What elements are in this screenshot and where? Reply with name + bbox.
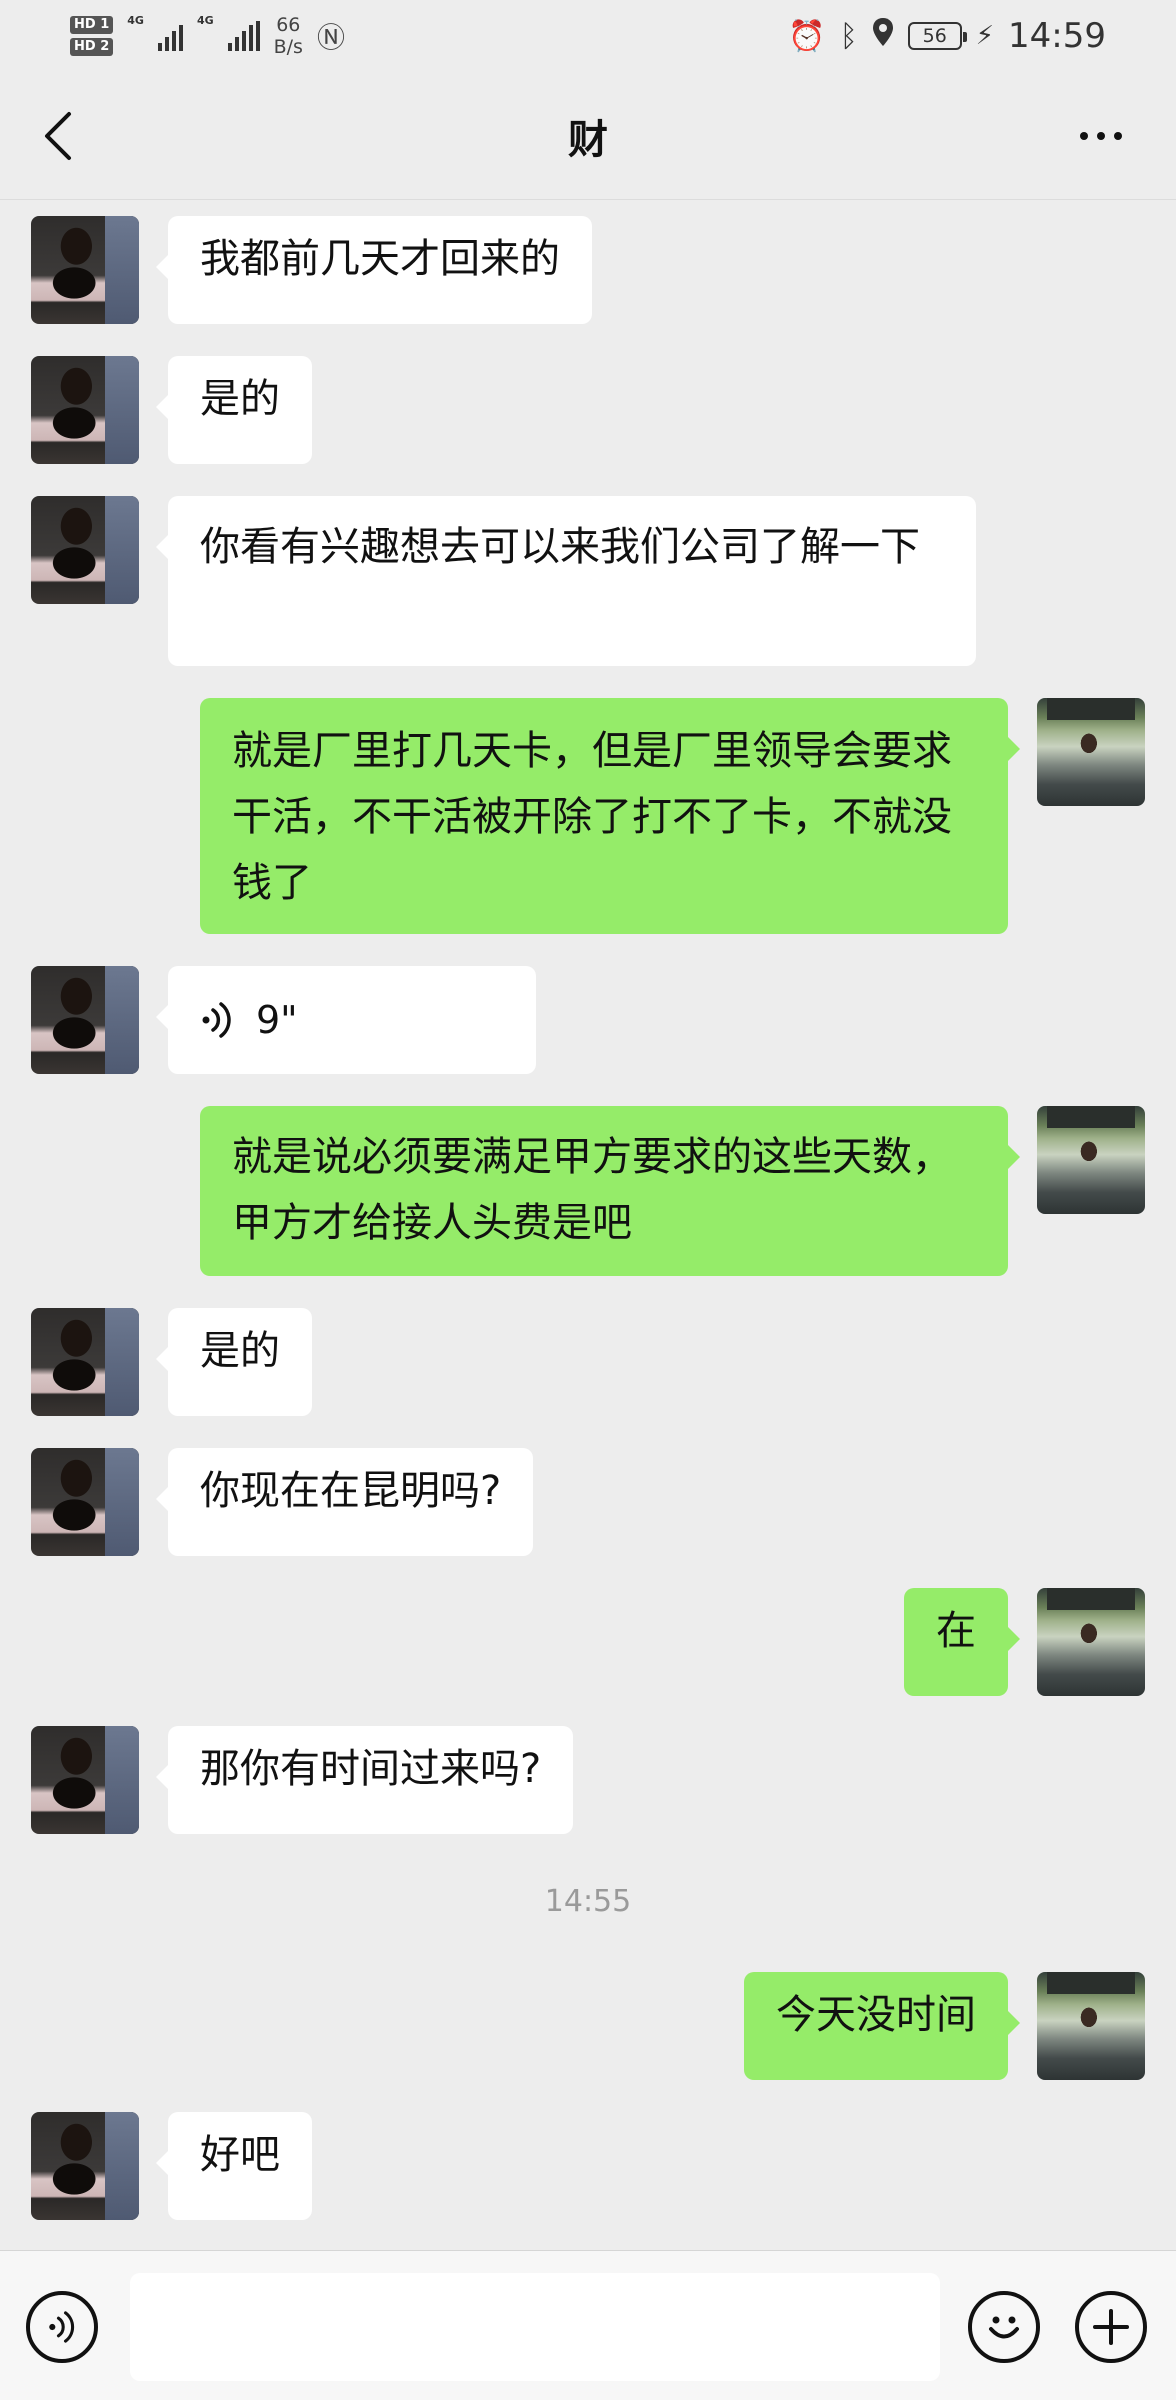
nfc-icon: Ⓝ bbox=[316, 21, 345, 54]
chat-header: 财 bbox=[0, 72, 1176, 200]
voice-wave-icon bbox=[202, 1002, 231, 1038]
voice-message-bubble[interactable]: 9" bbox=[156, 966, 536, 1074]
hd1-badge: HD 1 bbox=[70, 16, 114, 34]
contact-avatar[interactable] bbox=[31, 496, 139, 604]
message-bubble-incoming[interactable]: 是的 bbox=[156, 1308, 312, 1416]
contact-avatar[interactable] bbox=[31, 966, 139, 1074]
message-input[interactable] bbox=[130, 2273, 940, 2381]
contact-avatar[interactable] bbox=[31, 356, 139, 464]
message-bubble-incoming[interactable]: 是的 bbox=[156, 356, 312, 464]
more-functions-button[interactable] bbox=[1075, 2291, 1147, 2363]
my-avatar[interactable] bbox=[1037, 1588, 1145, 1696]
my-avatar[interactable] bbox=[1037, 1972, 1145, 2080]
message-bubble-outgoing[interactable]: 就是说必须要满足甲方要求的这些天数，甲方才给接人头费是吧 bbox=[200, 1106, 1020, 1276]
my-avatar[interactable] bbox=[1037, 698, 1145, 806]
network-speed: 66 B/s bbox=[274, 14, 303, 58]
status-time: 14:59 bbox=[1008, 16, 1106, 56]
contact-avatar[interactable] bbox=[31, 216, 139, 324]
battery-icon: 56 bbox=[907, 22, 967, 50]
battery-level: 56 bbox=[922, 25, 947, 47]
status-bar: HD 1 HD 2 4G 4G 66 B/s Ⓝ ⏰ ᛒ 56 ⚡ 14:59 bbox=[0, 0, 1176, 72]
speed-unit: B/s bbox=[273, 36, 303, 58]
emoji-button[interactable] bbox=[968, 2291, 1040, 2363]
hd-indicators: HD 1 HD 2 bbox=[70, 16, 114, 56]
charging-icon: ⚡ bbox=[975, 21, 995, 51]
contact-avatar[interactable] bbox=[31, 1308, 139, 1416]
message-bubble-incoming[interactable]: 好吧 bbox=[156, 2112, 312, 2220]
voice-input-button[interactable] bbox=[26, 2291, 98, 2363]
signal-1-icon bbox=[157, 21, 183, 51]
chevron-left-icon bbox=[45, 112, 71, 160]
voice-duration: 9" bbox=[256, 998, 298, 1042]
alarm-icon: ⏰ bbox=[788, 18, 826, 54]
voice-icon bbox=[49, 2311, 75, 2343]
smiley-icon bbox=[989, 2316, 1019, 2339]
my-avatar[interactable] bbox=[1037, 1106, 1145, 1214]
message-bubble-outgoing[interactable]: 在 bbox=[904, 1588, 1020, 1696]
message-timestamp: 14:55 bbox=[544, 1884, 632, 1919]
message-bubble-outgoing[interactable]: 今天没时间 bbox=[744, 1972, 1020, 2080]
chat-input-bar bbox=[0, 2250, 1176, 2400]
status-bar-left: HD 1 HD 2 4G 4G 66 B/s Ⓝ bbox=[70, 14, 345, 58]
message-bubble-incoming[interactable]: 你看有兴趣想去可以来我们公司了解一下 bbox=[156, 496, 976, 666]
plus-icon bbox=[1093, 2309, 1129, 2345]
contact-avatar[interactable] bbox=[31, 1726, 139, 1834]
message-bubble-incoming[interactable]: 你现在在昆明吗? bbox=[155, 1448, 534, 1556]
contact-avatar[interactable] bbox=[31, 1448, 139, 1556]
message-bubble-incoming[interactable]: 我都前几天才回来的 bbox=[156, 216, 592, 324]
speed-value: 66 bbox=[276, 14, 301, 36]
contact-avatar[interactable] bbox=[31, 2112, 139, 2220]
back-button[interactable] bbox=[26, 104, 90, 168]
more-dot-icon bbox=[1114, 132, 1122, 140]
more-dot-icon bbox=[1080, 132, 1088, 140]
network1-label: 4G bbox=[127, 14, 144, 27]
more-options-button[interactable] bbox=[1066, 104, 1136, 168]
chat-title: 财 bbox=[568, 116, 608, 163]
more-dot-icon bbox=[1097, 132, 1105, 140]
location-icon bbox=[872, 17, 894, 55]
message-bubble-outgoing[interactable]: 就是厂里打几天卡，但是厂里领导会要求干活，不干活被开除了打不了卡，不就没钱了 bbox=[200, 698, 1020, 934]
message-bubble-incoming[interactable]: 那你有时间过来吗? bbox=[155, 1726, 574, 1834]
signal-2-icon bbox=[227, 21, 260, 51]
bluetooth-icon: ᛒ bbox=[839, 18, 858, 54]
status-bar-right: ⏰ ᛒ 56 ⚡ 14:59 bbox=[788, 16, 1106, 56]
hd2-badge: HD 2 bbox=[70, 38, 114, 56]
network2-label: 4G bbox=[196, 14, 214, 27]
